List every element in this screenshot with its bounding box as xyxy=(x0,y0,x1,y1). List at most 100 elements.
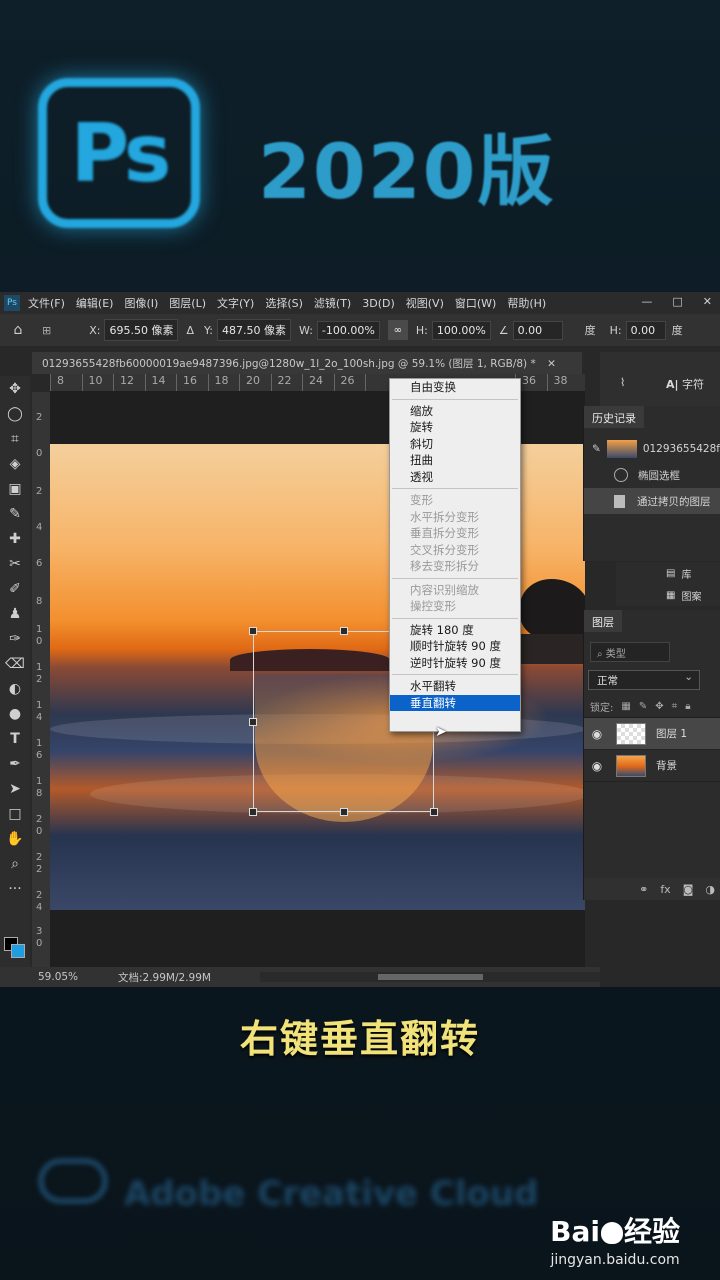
fx-icon[interactable]: fx xyxy=(660,883,670,896)
zoom-tool-icon[interactable]: ⌕ xyxy=(0,851,30,876)
menu-image[interactable]: 图像(I) xyxy=(124,295,158,311)
h-skew-input[interactable]: 0.00 xyxy=(625,320,666,340)
lock-artboard-icon[interactable]: ⌗ xyxy=(672,701,678,712)
dodge-icon[interactable]: ● xyxy=(0,701,30,726)
healing-brush-icon[interactable]: ✚ xyxy=(0,526,30,551)
lock-transparent-icon[interactable]: ▦ xyxy=(621,701,630,712)
layer-row[interactable]: ◉ 背景 xyxy=(584,750,720,782)
brush-panel-icon[interactable]: ⌇ xyxy=(620,376,625,389)
layers-panel: 图层 ⌕ 类型 正常 锁定: ▦ ✎ ✥ ⌗ 🔒︎ ◉ 图层 1 ◉ 背景 xyxy=(583,610,720,900)
menu-help[interactable]: 帮助(H) xyxy=(507,295,546,311)
layer-row[interactable]: ◉ 图层 1 xyxy=(584,718,720,750)
menu-3d[interactable]: 3D(D) xyxy=(362,297,395,310)
menu-skew[interactable]: 斜切 xyxy=(390,436,520,453)
menu-scale[interactable]: 缩放 xyxy=(390,403,520,420)
menu-flip-vertical[interactable]: 垂直翻转 xyxy=(390,694,520,711)
zoom-level[interactable]: 59.05% xyxy=(38,971,118,983)
menu-edit[interactable]: 编辑(E) xyxy=(76,295,114,311)
lock-all-icon[interactable]: 🔒︎ xyxy=(685,701,690,712)
blend-mode-select[interactable]: 正常 xyxy=(588,670,700,690)
ps-app-icon[interactable]: Ps xyxy=(4,295,20,311)
lock-position-icon[interactable]: ✥ xyxy=(655,701,663,712)
filter-label: 类型 xyxy=(605,649,626,660)
h-label: H: xyxy=(415,323,428,337)
ruler-tick: 10 xyxy=(81,374,114,391)
move-tool-icon[interactable]: ✥ xyxy=(0,376,30,401)
path-select-icon[interactable]: ➤ xyxy=(0,776,30,801)
h-input[interactable]: 100.00% xyxy=(431,320,491,340)
menu-file[interactable]: 文件(F) xyxy=(28,295,65,311)
link-layers-icon[interactable]: ⚭ xyxy=(639,883,648,896)
menu-flip-horizontal[interactable]: 水平翻转 xyxy=(390,678,520,695)
transform-handle[interactable] xyxy=(340,627,348,635)
history-item[interactable]: 椭圆选框 xyxy=(584,462,720,488)
tab-close-icon[interactable]: ✕ xyxy=(547,358,556,370)
transform-handle[interactable] xyxy=(249,808,257,816)
mask-icon[interactable]: ◙ xyxy=(683,883,694,896)
ellipse-marquee-icon[interactable]: ◯ xyxy=(0,401,30,426)
text-tool-icon[interactable]: T xyxy=(0,726,30,751)
maximize-button[interactable]: □ xyxy=(672,295,682,308)
horizontal-scrollbar[interactable] xyxy=(260,972,600,982)
document-tab[interactable]: 01293655428fb60000019ae9487396.jpg@1280w… xyxy=(32,352,582,374)
ruler-tick: 1 xyxy=(36,776,43,787)
transform-handle[interactable] xyxy=(249,718,257,726)
menu-rotate[interactable]: 旋转 xyxy=(390,419,520,436)
patterns-item[interactable]: ▦ 图案 xyxy=(616,584,720,606)
pen-tool-icon[interactable]: ✒ xyxy=(0,751,30,776)
visibility-eye-icon[interactable]: ◉ xyxy=(584,759,610,773)
y-input[interactable]: 487.50 像素 xyxy=(216,319,291,341)
ruler-tick: 4 xyxy=(36,712,43,723)
angle-input[interactable]: 0.00 xyxy=(512,320,563,340)
menu-rotate-90-ccw[interactable]: 逆时针旋转 90 度 xyxy=(390,655,520,672)
rectangle-tool-icon[interactable]: □ xyxy=(0,801,30,826)
transform-handle[interactable] xyxy=(249,627,257,635)
gradient-icon[interactable]: ◐ xyxy=(0,676,30,701)
home-icon[interactable]: ⌂ xyxy=(0,322,36,338)
fill-tool-icon[interactable]: ◈ xyxy=(0,451,30,476)
character-panel-tab[interactable]: A| 字符 xyxy=(666,376,704,392)
history-item[interactable]: 通过拷贝的图层 xyxy=(584,488,720,514)
ruler-tick: 2 xyxy=(36,814,43,825)
x-input[interactable]: 695.50 像素 xyxy=(104,319,179,341)
scrollbar-thumb[interactable] xyxy=(378,974,483,980)
delta-icon[interactable]: Δ xyxy=(186,324,194,337)
menu-free-transform[interactable]: 自由变换 xyxy=(390,379,520,396)
menu-view[interactable]: 视图(V) xyxy=(406,295,444,311)
background-color-swatch[interactable] xyxy=(11,944,25,958)
w-input[interactable]: -100.00% xyxy=(316,320,380,340)
transform-handle[interactable] xyxy=(430,808,438,816)
history-snapshot[interactable]: ✎ 01293655428fb xyxy=(584,436,720,462)
frame-tool-icon[interactable]: ▣ xyxy=(0,476,30,501)
crop-tool-icon[interactable]: ⌗ xyxy=(0,426,30,451)
history-brush-icon[interactable]: ✑ xyxy=(0,626,30,651)
visibility-eye-icon[interactable]: ◉ xyxy=(584,727,610,741)
transform-handle[interactable] xyxy=(340,808,348,816)
eyedropper-icon[interactable]: ✎ xyxy=(0,501,30,526)
menu-filter[interactable]: 滤镜(T) xyxy=(314,295,351,311)
layers-tab[interactable]: 图层 xyxy=(584,610,622,632)
menu-rotate-90-cw[interactable]: 顺时针旋转 90 度 xyxy=(390,638,520,655)
link-icon[interactable]: ∞ xyxy=(387,320,408,340)
hand-tool-icon[interactable]: ✋ xyxy=(0,826,30,851)
reference-point-icon[interactable]: ⊞ xyxy=(42,324,51,337)
eraser-icon[interactable]: ⌫ xyxy=(0,651,30,676)
adjustment-icon[interactable]: ◑ xyxy=(705,883,715,896)
menu-perspective[interactable]: 透视 xyxy=(390,469,520,486)
clone-stamp-icon[interactable]: ♟ xyxy=(0,601,30,626)
libraries-item[interactable]: ▤ 库 xyxy=(616,562,720,584)
brush-tool-icon[interactable]: ✐ xyxy=(0,576,30,601)
patch-tool-icon[interactable]: ✂ xyxy=(0,551,30,576)
lock-image-icon[interactable]: ✎ xyxy=(639,701,647,712)
menu-type[interactable]: 文字(Y) xyxy=(217,295,254,311)
history-tab[interactable]: 历史记录 xyxy=(584,406,644,428)
menu-distort[interactable]: 扭曲 xyxy=(390,452,520,469)
menu-layer[interactable]: 图层(L) xyxy=(169,295,206,311)
layer-filter-select[interactable]: ⌕ 类型 xyxy=(590,642,670,662)
menu-window[interactable]: 窗口(W) xyxy=(455,295,496,311)
close-button[interactable]: ✕ xyxy=(703,295,712,308)
menu-rotate-180[interactable]: 旋转 180 度 xyxy=(390,622,520,639)
menu-select[interactable]: 选择(S) xyxy=(265,295,303,311)
minimize-button[interactable]: — xyxy=(641,295,652,308)
more-tools-icon[interactable]: ··· xyxy=(0,876,30,901)
